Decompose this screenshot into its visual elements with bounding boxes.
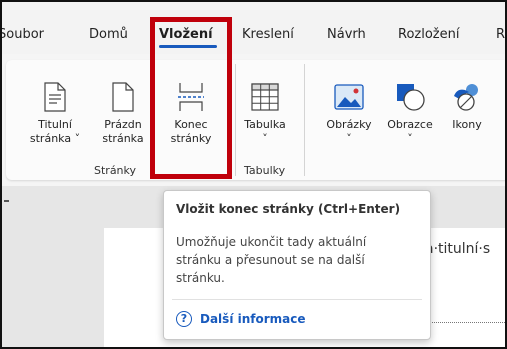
icons-button[interactable]: Ikony	[444, 82, 490, 132]
highlight-frame	[150, 17, 232, 179]
shapes-label-2: ˅	[407, 132, 413, 145]
tooltip-divider	[172, 299, 422, 300]
blank-page-label-1: Prázdn	[104, 118, 142, 131]
shapes-label-1: Obrazce	[387, 118, 433, 131]
ruler-marker	[4, 200, 9, 202]
blank-page-label-2: stránka	[102, 132, 144, 145]
blank-page-icon	[112, 82, 134, 112]
tooltip-body: Umožňuje ukončit tady aktuální stránku a…	[176, 235, 367, 285]
pictures-label-2: ˅	[346, 132, 352, 145]
pages-group-label: Stránky	[94, 164, 137, 177]
more-info-link[interactable]: ? Další informace	[176, 311, 306, 327]
cover-page-icon	[44, 82, 66, 112]
table-button[interactable]: Tabulka ˅	[239, 82, 291, 146]
table-label-2: ˅	[262, 132, 268, 145]
dotted-line	[430, 322, 507, 323]
tab-file[interactable]: Soubor	[0, 27, 44, 43]
tooltip-title: Vložit konec stránky (Ctrl+Enter)	[176, 202, 401, 216]
icons-icon	[454, 84, 478, 111]
table-icon	[251, 83, 279, 111]
ribbon-tab-bar: Soubor Domů Vložení Kreslení Návrh Rozlo…	[0, 0, 507, 54]
tooltip: Vložit konec stránky (Ctrl+Enter) Umožňu…	[163, 190, 431, 340]
tab-design[interactable]: Návrh	[327, 27, 366, 43]
more-info-label[interactable]: Další informace	[200, 312, 306, 326]
shapes-icon	[397, 84, 425, 111]
cover-page-button[interactable]: Titulní stránka ˅	[25, 82, 85, 146]
blank-page-button[interactable]: Prázdn stránka	[99, 82, 147, 146]
pictures-label-1: Obrázky	[326, 118, 372, 131]
tab-layout[interactable]: Rozložení	[398, 27, 459, 43]
tab-home[interactable]: Domů	[89, 27, 128, 43]
pictures-icon	[334, 84, 364, 110]
icons-label-1: Ikony	[452, 118, 482, 131]
shapes-button[interactable]: Obrazce ˅	[381, 82, 439, 146]
group-separator	[235, 64, 236, 176]
cover-page-label-2: stránka ˅	[29, 132, 81, 145]
table-label-1: Tabulka	[244, 118, 286, 131]
pictures-button[interactable]: Obrázky ˅	[320, 82, 378, 146]
help-icon: ?	[176, 311, 192, 327]
tab-references[interactable]: R	[496, 27, 505, 43]
tab-draw[interactable]: Kreslení	[242, 27, 294, 43]
cover-page-label-1: Titulní	[38, 118, 72, 131]
tables-group-label: Tabulky	[244, 164, 286, 177]
document-text: a·titulní·s	[425, 241, 491, 257]
group-separator	[304, 64, 305, 176]
